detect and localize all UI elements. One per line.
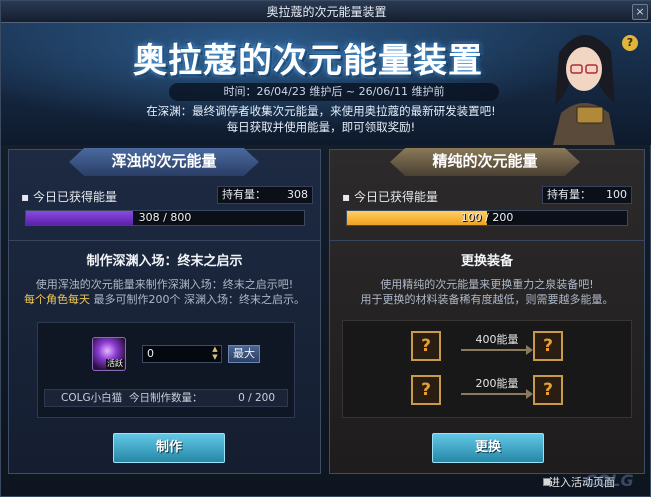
murky-today-label: ▪ 今日已获得能量 bbox=[21, 190, 117, 204]
craft-section-title: 制作深渊入场：终末之启示 bbox=[86, 254, 243, 269]
banner-description: 在深渊：最终调停者收集次元能量，来使用奥拉蔻的最新研发装置吧! 每日获取并使用能… bbox=[101, 103, 541, 135]
event-period: 时间：26/04/23 维护后 ~ 26/06/11 维护前 bbox=[169, 83, 499, 101]
pure-today-label: ▪ 今日已获得能量 bbox=[342, 190, 438, 204]
source-slot-2-icon[interactable]: ? bbox=[411, 375, 441, 405]
exchange-button[interactable]: 更换 bbox=[432, 433, 544, 463]
murky-holding-box: 持有量： 308 bbox=[217, 186, 313, 204]
tier1-arrow-icon bbox=[461, 345, 533, 355]
exchange-description: 使用精纯的次元能量来更换重力之泉装备吧! 用于更换的材料装备稀有度越低，则需要越… bbox=[330, 277, 644, 307]
window-titlebar: 奥拉蔻的次元能量装置 × bbox=[1, 1, 651, 23]
pure-energy-panel: 精纯的次元能量 ▪ 今日已获得能量 持有量： 100 100 / 200 更换装… bbox=[329, 148, 645, 474]
craft-description: 使用浑浊的次元能量来制作深渊入场：终末之启示吧! 每个角色每天 最多可制作200… bbox=[9, 277, 320, 307]
pure-divider bbox=[330, 240, 644, 241]
tier2-arrow-icon bbox=[461, 389, 533, 399]
exchange-box: ? 400能量 ? ? 200能量 ? bbox=[342, 320, 632, 418]
craft-user-name: COLG小白猫 bbox=[61, 392, 123, 404]
craft-desc-rest: 最多可制作200个 深渊入场：终末之启示。 bbox=[93, 293, 306, 306]
close-button[interactable]: × bbox=[632, 4, 648, 20]
banner-desc-line1: 在深渊：最终调停者收集次元能量，来使用奥拉蔻的最新研发装置吧! bbox=[146, 104, 496, 118]
murky-progress-text: 308 / 800 bbox=[138, 211, 192, 224]
pure-progress-bar: 100 / 200 bbox=[346, 210, 628, 226]
event-banner: 奥拉蔻的次元能量装置 时间：26/04/23 维护后 ~ 26/06/11 维护… bbox=[1, 23, 651, 145]
craft-desc-line1: 使用浑浊的次元能量来制作深渊入场：终末之启示吧! bbox=[35, 278, 294, 291]
pure-holding-label: 持有量： bbox=[547, 188, 591, 201]
craft-count-label: 今日制作数量： bbox=[129, 392, 203, 404]
watermark-logo: COLG bbox=[585, 471, 634, 490]
murky-today-text: 今日已获得能量 bbox=[32, 190, 117, 204]
target-slot-1-icon[interactable]: ? bbox=[533, 331, 563, 361]
craft-button[interactable]: 制作 bbox=[113, 433, 225, 463]
quantity-spinner[interactable]: ▲ ▼ bbox=[208, 345, 222, 363]
craft-count-value: 0 / 200 bbox=[238, 392, 275, 404]
banner-title: 奥拉蔻的次元能量装置 bbox=[133, 41, 483, 81]
source-slot-1-icon[interactable]: ? bbox=[411, 331, 441, 361]
murky-holding-value: 308 bbox=[287, 188, 308, 201]
spinner-down-icon[interactable]: ▼ bbox=[208, 353, 222, 361]
event-window: 奥拉蔻的次元能量装置 × 奥拉蔻的次元能量装置 时间：26/04/23 维护后 … bbox=[0, 0, 651, 497]
murky-progress-bar: 308 / 800 bbox=[25, 210, 305, 226]
exchange-desc-line2: 用于更换的材料装备稀有度越低，则需要越多能量。 bbox=[360, 293, 614, 306]
item-badge: 活跃 bbox=[106, 359, 124, 369]
tier2-cost-label: 200能量 bbox=[475, 377, 519, 390]
pure-today-text: 今日已获得能量 bbox=[353, 190, 438, 204]
max-button[interactable]: 最大 bbox=[228, 345, 260, 363]
craft-desc-line2: 每个角色每天 最多可制作200个 深渊入场：终末之启示。 bbox=[9, 292, 320, 307]
murky-holding-label: 持有量： bbox=[222, 188, 266, 201]
murky-divider bbox=[9, 240, 320, 241]
target-slot-2-icon[interactable]: ? bbox=[533, 375, 563, 405]
craft-desc-highlight: 每个角色每天 bbox=[24, 293, 90, 306]
tier1-cost-label: 400能量 bbox=[475, 333, 519, 346]
murky-energy-panel: 浑浊的次元能量 ▪ 今日已获得能量 持有量： 308 308 / 800 制作深… bbox=[8, 148, 321, 474]
banner-desc-line2: 每日获取并使用能量，即可领取奖励! bbox=[226, 120, 416, 134]
spinner-up-icon[interactable]: ▲ bbox=[208, 345, 222, 353]
craft-count-bar: COLG小白猫 今日制作数量： 0 / 200 bbox=[44, 389, 288, 407]
pure-progress-text: 100 / 200 bbox=[460, 211, 514, 224]
pure-holding-value: 100 bbox=[606, 188, 627, 201]
energy-orb-icon[interactable]: 活跃 bbox=[92, 337, 126, 371]
exchange-section-title: 更换装备 bbox=[460, 254, 513, 269]
murky-panel-header: 浑浊的次元能量 bbox=[69, 148, 259, 176]
window-title: 奥拉蔻的次元能量装置 bbox=[266, 5, 387, 19]
character-illustration bbox=[553, 34, 615, 145]
exchange-desc-line1: 使用精纯的次元能量来更换重力之泉装备吧! bbox=[380, 278, 594, 291]
help-button[interactable]: ? bbox=[622, 35, 638, 51]
craft-box: 活跃 0 ▲ ▼ 最大 COLG小白猫 今日制作数量： 0 / 200 bbox=[37, 322, 295, 418]
pure-panel-header: 精纯的次元能量 bbox=[390, 148, 580, 176]
pure-holding-box: 持有量： 100 bbox=[542, 186, 632, 204]
